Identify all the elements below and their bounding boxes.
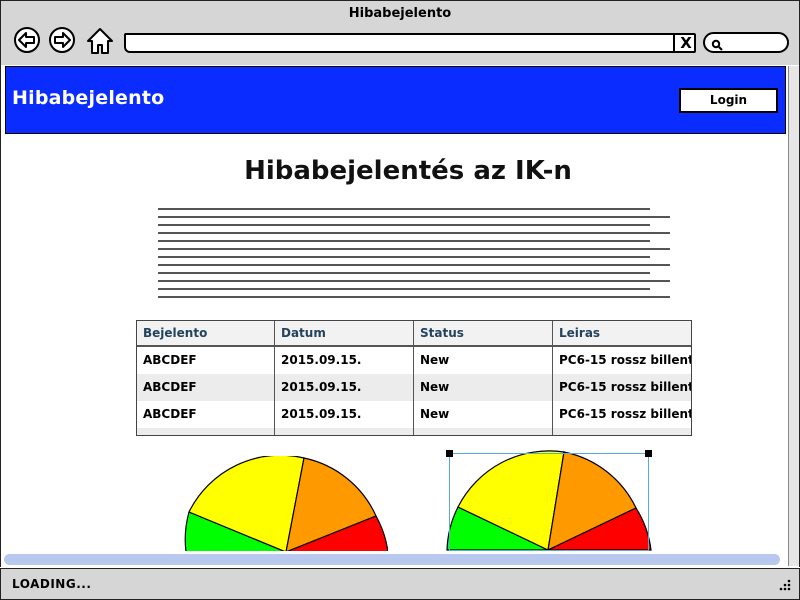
bug-report-table: Bejelento Datum Status Leiras ABCDEF 201… [136, 320, 692, 436]
cell-leiras: PC6-15 rossz billentyuzet [559, 380, 691, 394]
column-header-status[interactable]: Status [414, 321, 553, 345]
pie-chart-1[interactable] [184, 456, 388, 551]
home-icon [87, 28, 113, 54]
cell-status: New [414, 374, 553, 401]
placeholder-text-line [158, 216, 670, 218]
placeholder-text-line [158, 280, 670, 282]
app-title: Hibabejelento [12, 87, 165, 109]
placeholder-text-line [158, 240, 650, 242]
cell-bejelento: ABCDEF [137, 347, 275, 374]
placeholder-text-line [158, 264, 670, 266]
cell-bejelento: ABCDEF [137, 401, 275, 428]
back-button[interactable] [14, 27, 40, 53]
cell-empty [553, 428, 691, 435]
forward-button[interactable] [49, 27, 75, 53]
placeholder-text-line [158, 272, 650, 274]
column-header-datum[interactable]: Datum [275, 321, 414, 345]
cell-leiras: PC6-15 rossz billentyuzet [559, 407, 691, 421]
resize-handle[interactable] [645, 450, 652, 457]
cell-status: New [414, 401, 553, 428]
forward-arrow-icon [54, 32, 71, 48]
cell-empty [414, 428, 553, 435]
placeholder-text-line [158, 288, 650, 290]
login-button[interactable]: Login [679, 88, 778, 113]
url-bar[interactable] [124, 33, 696, 53]
status-bar [0, 568, 800, 600]
browser-viewport [0, 64, 800, 567]
text-placeholder-block [158, 208, 672, 308]
column-header-bejelento[interactable]: Bejelento [137, 321, 275, 345]
back-arrow-icon [18, 32, 35, 48]
resize-handle[interactable] [446, 450, 453, 457]
resize-grip-icon[interactable] [778, 577, 792, 596]
cell-datum: 2015.09.15. [275, 347, 414, 374]
placeholder-text-line [158, 224, 650, 226]
status-text: LOADING... [12, 577, 92, 591]
table-row[interactable]: ABCDEF 2015.09.15. New PC6-15 rossz bill… [137, 374, 691, 401]
horizontal-scrollbar-thumb[interactable] [4, 554, 780, 565]
close-icon[interactable]: X [673, 34, 697, 52]
column-header-leiras[interactable]: Leiras [553, 321, 691, 345]
placeholder-text-line [158, 256, 650, 258]
vertical-scrollbar[interactable] [788, 66, 799, 566]
placeholder-text-line [158, 296, 670, 298]
page-title: Hibabejelentés az IK-n [244, 156, 572, 186]
cell-datum: 2015.09.15. [275, 374, 414, 401]
placeholder-text-line [158, 232, 670, 234]
table-row[interactable] [137, 428, 691, 435]
window-title: Hibabejelento [348, 6, 452, 21]
cell-datum: 2015.09.15. [275, 401, 414, 428]
cell-status: New [414, 347, 553, 374]
search-icon [711, 36, 723, 55]
cell-leiras: PC6-15 rossz billentyuzet [559, 353, 691, 367]
cell-empty [275, 428, 414, 435]
placeholder-text-line [158, 248, 670, 250]
placeholder-text-line [158, 208, 650, 210]
table-header-row: Bejelento Datum Status Leiras [137, 321, 691, 347]
home-button[interactable] [85, 26, 115, 56]
cell-empty [137, 428, 275, 435]
table-row[interactable]: ABCDEF 2015.09.15. New PC6-15 rossz bill… [137, 347, 691, 374]
table-row[interactable]: ABCDEF 2015.09.15. New PC6-15 rossz bill… [137, 401, 691, 428]
selection-box[interactable] [449, 453, 649, 551]
cell-bejelento: ABCDEF [137, 374, 275, 401]
